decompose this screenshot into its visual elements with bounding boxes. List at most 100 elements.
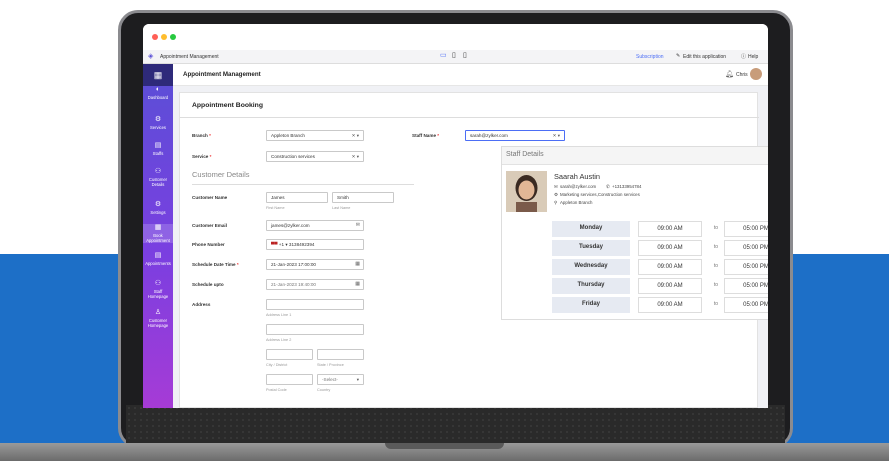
schedule-to-label: to: [713, 301, 719, 307]
sidebar-item-customer-details[interactable]: ⚇ Customer Details: [143, 168, 173, 187]
country-select[interactable]: -Select- ▾: [317, 374, 364, 385]
booking-card: Appointment Booking Branch * Appleton Br…: [179, 92, 768, 408]
page-title: Appointment Management: [183, 71, 261, 78]
sidebar-item-appointments[interactable]: ▤ Appointments: [143, 252, 173, 266]
schedule-day: Tuesday: [552, 240, 630, 256]
page-topbar: Appointment Management 🔔︎ Chris: [173, 64, 768, 86]
phone-input[interactable]: ▀▀ +1 ▾ 3138492394: [266, 239, 364, 250]
schedule-day: Monday: [552, 221, 630, 237]
schedule-start-time: 09:00 AM: [638, 297, 702, 313]
schedule-start-time: 09:00 AM: [638, 240, 702, 256]
service-select[interactable]: Construction services ✕ ▾: [266, 151, 364, 162]
section-divider: [192, 184, 414, 185]
schedule-end-time: 05:00 PM: [724, 240, 768, 256]
sidebar-item-book-appointment[interactable]: ▦ Book Appointment: [143, 224, 173, 243]
desktop-view-icon[interactable]: ▭: [440, 51, 447, 59]
address-line1-input[interactable]: [266, 299, 364, 310]
maximize-dot-icon[interactable]: [170, 34, 176, 40]
sidebar-item-label: Customer Details: [148, 177, 168, 187]
briefcase-icon: ▤: [154, 142, 162, 149]
schedule-upto-input[interactable]: 21-Jan-2023 19:40:00 ▦: [266, 279, 364, 290]
first-name-hint: First Name: [266, 206, 285, 210]
mail-icon: ✉: [554, 184, 558, 189]
sidebar-item-customer-homepage[interactable]: ♙ Customer Homepage: [143, 309, 173, 328]
close-dot-icon[interactable]: [152, 34, 158, 40]
customer-section-title: Customer Details: [192, 170, 250, 179]
apps-grid-icon[interactable]: ▦: [143, 64, 173, 86]
schedule-time-label: Schedule Date Time *: [192, 262, 239, 267]
app-logo-icon[interactable]: ◈: [148, 52, 153, 60]
sidebar-item-label: Book Appointment: [146, 233, 170, 243]
staff-services: Marketing services,Construction services: [560, 192, 640, 197]
staff-photo: [506, 171, 547, 212]
sidebar-item-staffs[interactable]: ▤ Staffs: [143, 142, 173, 156]
last-name-input[interactable]: Smith: [332, 192, 394, 203]
schedule-time-input[interactable]: 21-Jan-2023 17:00:00 ▦: [266, 259, 364, 270]
schedule-row: Thursday 09:00 AM to 05:00 PM: [552, 278, 768, 294]
branch-label: Branch *: [192, 133, 211, 138]
flag-icon[interactable]: ▀▀: [271, 242, 278, 247]
staff-details-panel: Staff Details Saarah Austin ✉ sarah@zylk…: [501, 146, 768, 320]
staff-details-title: Staff Details: [506, 151, 544, 158]
sidebar-item-label: Staffs: [152, 151, 164, 156]
calendar-icon: ▦: [154, 224, 162, 231]
service-label: Service *: [192, 154, 212, 159]
sidebar-item-staff-homepage[interactable]: ⚇ Staff Homepage: [143, 280, 173, 299]
avatar[interactable]: [750, 68, 762, 80]
edit-icon: ✎: [676, 53, 681, 59]
user-name[interactable]: Chris: [736, 72, 748, 78]
state-input[interactable]: [317, 349, 364, 360]
sidebar-item-label: Settings: [150, 210, 166, 215]
schedule-start-time: 09:00 AM: [638, 221, 702, 237]
laptop-screen: ◈ Appointment Management ▭ ▯ ▯ Subscript…: [143, 24, 768, 408]
browser-titlebar: [143, 24, 768, 50]
mobile-view-icon[interactable]: ▯: [463, 51, 467, 59]
city-input[interactable]: [266, 349, 313, 360]
settings-icon: ⚙: [154, 201, 162, 208]
tablet-view-icon[interactable]: ▯: [452, 51, 456, 59]
branch-select[interactable]: Appleton Branch ✕ ▾: [266, 130, 364, 141]
address-line2-hint: Address Line 2: [266, 338, 292, 342]
schedule-row: Friday 09:00 AM to 05:00 PM: [552, 297, 768, 313]
schedule-start-time: 09:00 AM: [638, 278, 702, 294]
sidebar-item-settings[interactable]: ⚙ Settings: [143, 201, 173, 215]
help-link[interactable]: Help: [748, 54, 758, 60]
edit-application-link[interactable]: Edit this application: [683, 54, 726, 60]
sidebar-item-services[interactable]: ⚙ Services: [143, 116, 173, 130]
city-hint: City / District: [266, 363, 288, 367]
schedule-end-time: 05:00 PM: [724, 259, 768, 275]
schedule-day: Wednesday: [552, 259, 630, 275]
main-content: Appointment Booking Branch * Appleton Br…: [173, 86, 768, 408]
address-line2-input[interactable]: [266, 324, 364, 335]
sidebar-item-label: Dashboard: [147, 95, 169, 100]
staff-name-select[interactable]: sarah@zylker.com ✕ ▾: [465, 130, 565, 141]
customer-email-input[interactable]: james@zylker.com ✉: [266, 220, 364, 231]
subscription-link[interactable]: Subscription: [636, 54, 664, 60]
last-name-hint: Last Name: [332, 206, 351, 210]
services-icon: ⚙: [554, 192, 558, 197]
schedule-to-label: to: [713, 263, 719, 269]
customer-email-label: Customer Email: [192, 223, 227, 228]
location-icon: ⚲: [554, 200, 558, 205]
staff-phone: +13133954784: [612, 184, 642, 189]
phone-label: Phone Number: [192, 242, 225, 247]
sidebar-item-dashboard[interactable]: ◐ Dashboard: [143, 86, 173, 100]
divider: [180, 117, 759, 118]
postal-code-input[interactable]: [266, 374, 313, 385]
help-icon: ⓘ: [741, 54, 747, 60]
minimize-dot-icon[interactable]: [161, 34, 167, 40]
first-name-input[interactable]: James: [266, 192, 328, 203]
schedule-end-time: 05:00 PM: [724, 221, 768, 237]
list-icon: ▤: [154, 252, 162, 259]
staff-email: sarah@zylker.com: [560, 184, 597, 189]
bell-icon[interactable]: 🔔︎: [725, 70, 734, 78]
staff-details-header: Staff Details: [502, 147, 768, 165]
staff-name-label: Staff Name *: [412, 133, 440, 138]
phone-icon: ✆: [606, 184, 610, 189]
sidebar: ▦ ◐ Dashboard ⚙ Services ▤ Staffs ⚇ Customer De…: [143, 64, 173, 408]
postal-code-hint: Postal Code: [266, 388, 287, 392]
schedule-start-time: 09:00 AM: [638, 259, 702, 275]
schedule-to-label: to: [713, 244, 719, 250]
app-header: ◈ Appointment Management ▭ ▯ ▯ Subscript…: [143, 50, 768, 64]
laptop-keyboard-reflection: [126, 405, 785, 445]
